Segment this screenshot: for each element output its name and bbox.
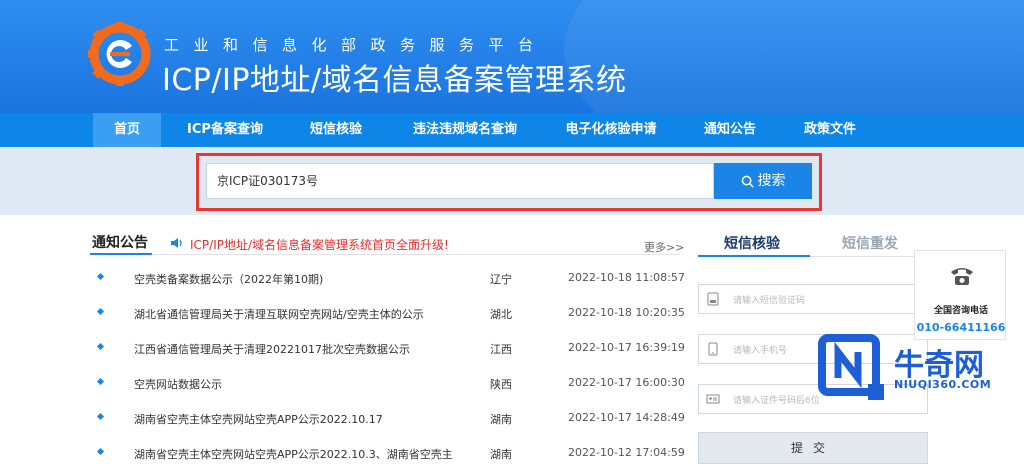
tab-sms-resend[interactable]: 短信重发 [842,233,898,253]
nav-notices[interactable]: 通知公告 [692,113,768,147]
nav-e-verify[interactable]: 电子化核验申请 [554,113,668,147]
bullet-icon [96,342,105,351]
search-input[interactable]: 京ICP证030173号 [206,163,714,199]
notice-date: 2022-10-17 14:28:49 [568,411,685,424]
nav-policy[interactable]: 政策文件 [792,113,868,147]
notice-row[interactable]: 湖北省通信管理局关于清理互联网空壳网站/空壳主体的公示 湖北 2022-10-1… [92,304,685,324]
nav-sms-verify[interactable]: 短信核验 [298,113,374,147]
notices-divider [90,254,680,255]
id-card-icon [706,394,720,404]
bullet-icon [96,307,105,316]
hotline-card: 全国咨询电话 010-66411166 [914,250,1006,340]
search-button-label: 搜索 [757,173,786,189]
notice-province: 湖南 [490,448,512,461]
nav-illegal-domain[interactable]: 违法违规域名查询 [400,113,530,147]
notice-province: 陕西 [490,378,512,391]
notice-text[interactable]: 湖北省通信管理局关于清理互联网空壳网站/空壳主体的公示 [134,306,424,322]
miit-logo-icon [88,22,151,86]
notice-province: 辽宁 [490,273,512,286]
submit-button[interactable]: 提交 [698,432,928,464]
notice-row[interactable]: 空壳类备案数据公示（2022年第10期) 辽宁 2022-10-18 11:08… [92,269,685,289]
watermark: 牛奇网 NIUQI360.COM [818,328,1024,412]
phone-placeholder: 请输入手机号 [733,346,788,356]
notice-province: 江西 [490,343,512,356]
nav-home[interactable]: 首页 [93,113,161,147]
announcement-marquee[interactable]: ICP/IP地址/域名信息备案管理系统首页全面升级! [190,236,449,253]
bullet-icon [96,447,105,456]
header-banner: 工业和信息化部政务服务平台 ICP/IP地址/域名信息备案管理系统 [0,0,1024,113]
notice-province: 湖北 [490,308,512,321]
search-button[interactable]: 搜索 [714,163,812,199]
speaker-icon [171,238,182,248]
bullet-icon [96,272,105,281]
sms-code-placeholder: 请输入短信验证码 [733,296,806,306]
notice-text[interactable]: 空壳网站数据公示 [134,376,222,392]
sms-code-icon [707,292,719,306]
notice-province: 湖南 [490,413,512,426]
phone-icon [708,342,718,356]
platform-subtitle: 工业和信息化部政务服务平台 [164,36,548,54]
watermark-url: NIUQI360.COM [894,378,992,391]
active-tab-underline [698,255,810,257]
notice-row[interactable]: 湖南省空壳主体空壳网站空壳APP公示2022.10.17 湖南 2022-10-… [92,409,685,429]
notice-text[interactable]: 湖南省空壳主体空壳网站空壳APP公示2022.10.17 [134,411,383,427]
tab-sms-verify[interactable]: 短信核验 [724,233,780,253]
main-nav: 首页 ICP备案查询 短信核验 违法违规域名查询 电子化核验申请 通知公告 政策… [0,113,1024,147]
hotline-label: 全国咨询电话 [933,306,988,316]
notice-row[interactable]: 江西省通信管理局关于清理20221017批次空壳数据公示 江西 2022-10-… [92,339,685,359]
notices-heading-underline [90,253,152,255]
notice-date: 2022-10-18 11:08:57 [568,271,685,284]
sms-code-field[interactable]: 请输入短信验证码 [698,284,928,314]
search-icon [741,175,754,188]
notices-heading: 通知公告 [92,235,148,251]
system-title: ICP/IP地址/域名信息备案管理系统 [162,63,627,98]
notice-row[interactable]: 空壳网站数据公示 陕西 2022-10-17 16:00:30 [92,374,685,394]
notice-date: 2022-10-12 17:04:59 [568,446,685,459]
notice-date: 2022-10-17 16:00:30 [568,376,685,389]
id-placeholder: 请输入证件号码后6位 [733,396,820,406]
telephone-icon [951,268,973,285]
notice-text[interactable]: 空壳类备案数据公示（2022年第10期) [134,271,323,287]
more-link[interactable]: 更多>> [644,239,684,255]
notice-text[interactable]: 湖南省空壳主体空壳网站空壳APP公示2022.10.3、湖南省空壳主 [134,446,453,462]
watermark-logo-icon [818,334,884,400]
notice-date: 2022-10-18 10:20:35 [568,306,685,319]
nav-icp-query[interactable]: ICP备案查询 [176,113,274,147]
bullet-icon [96,412,105,421]
notice-text[interactable]: 江西省通信管理局关于清理20221017批次空壳数据公示 [134,341,410,357]
notice-row[interactable]: 湖南省空壳主体空壳网站空壳APP公示2022.10.3、湖南省空壳主 湖南 20… [92,444,685,464]
bullet-icon [96,377,105,386]
notice-date: 2022-10-17 16:39:19 [568,341,685,354]
